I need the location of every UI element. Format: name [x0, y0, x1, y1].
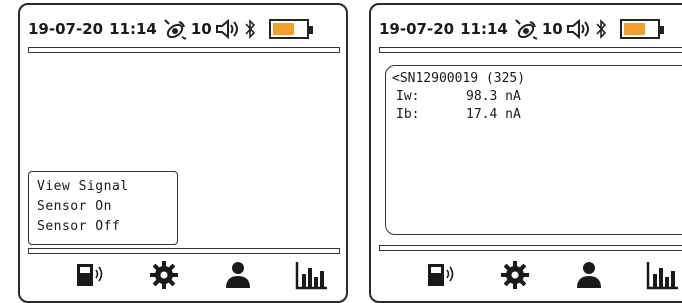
bottom-divider [379, 245, 682, 251]
reading-label: Iw: [396, 89, 420, 104]
sensor-icon[interactable] [60, 260, 120, 290]
battery-icon [268, 19, 313, 39]
menu-item-view-signal[interactable]: View Signal [37, 177, 177, 197]
menu-item-sensor-off[interactable]: Sensor Off [37, 217, 177, 237]
satellite-icon [163, 18, 189, 40]
person-icon[interactable] [559, 260, 619, 290]
reading-value: 17.4 nA [466, 107, 521, 122]
speaker-icon [566, 18, 592, 40]
status-time: 11:14 [109, 20, 157, 38]
context-menu: View Signal Sensor On Sensor Off [28, 171, 178, 245]
sensor-detail-panel: <SN12900019 (325) Iw: 98.3 nA Ib: 17.4 n… [385, 65, 682, 235]
sensor-icon[interactable] [411, 260, 471, 290]
sensor-id-label[interactable]: <SN12900019 (325) [392, 70, 682, 88]
gear-icon[interactable] [134, 260, 194, 290]
status-date: 19-07-20 [379, 20, 455, 38]
bottom-divider [28, 248, 340, 254]
bar-chart-icon[interactable] [282, 260, 342, 290]
gear-icon[interactable] [485, 260, 545, 290]
reading-value: 98.3 nA [466, 89, 521, 104]
battery-level [272, 23, 294, 35]
battery-icon [619, 19, 664, 39]
status-date: 19-07-20 [28, 20, 104, 38]
right-device-screen: 19-07-20 11:14 10 <SN12900019 (325) Iw: … [369, 3, 682, 303]
status-time: 11:14 [460, 20, 508, 38]
status-bar: 19-07-20 11:14 10 [28, 15, 346, 43]
left-device-screen: 19-07-20 11:14 10 View Signal Sensor On … [18, 3, 348, 303]
nav-icon-bar [411, 260, 682, 290]
satellite-icon [514, 18, 540, 40]
status-bar: 19-07-20 11:14 10 [379, 15, 682, 43]
top-divider [28, 47, 340, 53]
battery-level [623, 23, 645, 35]
signal-count: 10 [541, 20, 563, 38]
menu-item-sensor-on[interactable]: Sensor On [37, 197, 177, 217]
reading-row: Iw: 98.3 nA [392, 88, 682, 106]
bluetooth-icon [594, 18, 608, 40]
reading-label: Ib: [396, 107, 420, 122]
person-icon[interactable] [208, 260, 268, 290]
bar-chart-icon[interactable] [633, 260, 682, 290]
signal-count: 10 [190, 20, 212, 38]
nav-icon-bar [60, 260, 356, 290]
bluetooth-icon [243, 18, 257, 40]
top-divider [379, 47, 682, 53]
reading-row: Ib: 17.4 nA [392, 106, 682, 124]
speaker-icon [215, 18, 241, 40]
